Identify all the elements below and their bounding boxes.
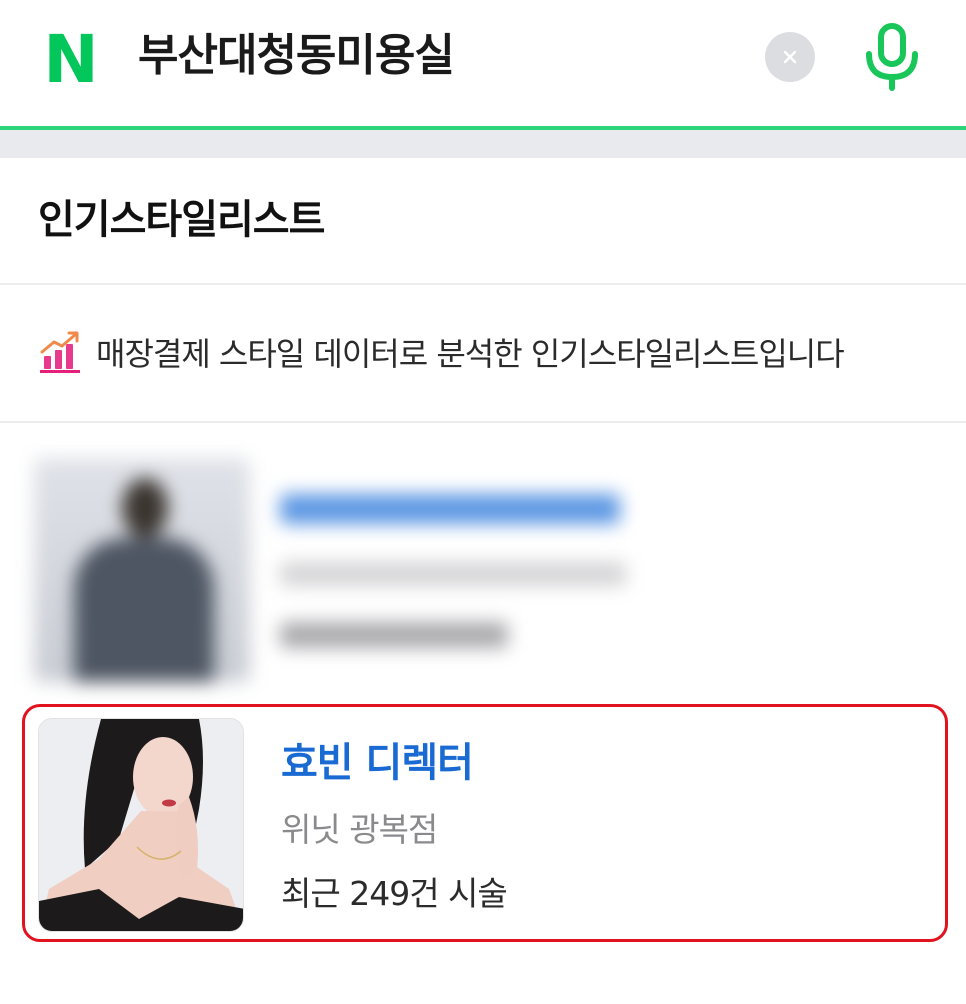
section-title: 인기스타일리스트 — [38, 197, 325, 243]
blurred-shop — [280, 562, 626, 586]
blurred-count — [280, 622, 508, 648]
stylist-service-count: 최근 249건 시술 — [281, 874, 508, 913]
bar-chart-trend-icon — [40, 331, 80, 373]
naver-logo[interactable]: N — [40, 30, 102, 86]
search-bar: N 부산대청동미용실 — [0, 0, 966, 130]
stylist-name[interactable]: 효빈 디렉터 — [281, 735, 474, 791]
clear-search-button[interactable] — [765, 32, 815, 82]
logo-letter: N — [43, 30, 98, 86]
stylist-photo[interactable] — [38, 718, 244, 932]
stylist-shop: 위닛 광복점 — [281, 810, 438, 849]
divider — [0, 283, 966, 285]
stylist-card[interactable]: 효빈 디렉터 위닛 광복점 최근 249건 시술 — [22, 704, 948, 942]
divider — [0, 421, 966, 423]
search-input[interactable]: 부산대청동미용실 — [138, 24, 455, 88]
blurred-name — [280, 494, 620, 524]
section-gap — [0, 130, 966, 158]
info-notice: 매장결제 스타일 데이터로 분석한 인기스타일리스트입니다 — [38, 326, 845, 378]
notice-text: 매장결제 스타일 데이터로 분석한 인기스타일리스트입니다 — [96, 335, 845, 373]
stylist-photo — [34, 458, 250, 682]
stylist-portrait — [39, 719, 243, 931]
microphone-icon[interactable] — [862, 22, 922, 92]
stylist-card-blurred[interactable] — [22, 458, 948, 682]
close-icon — [783, 50, 797, 64]
